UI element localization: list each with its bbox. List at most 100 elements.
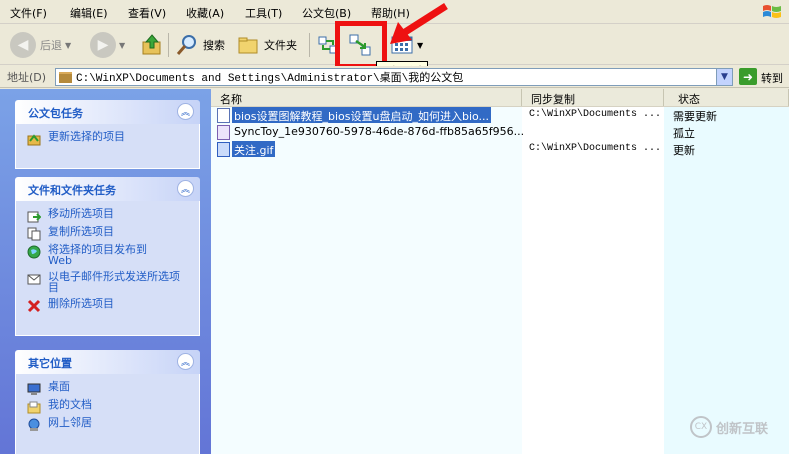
address-bar: 地址(D) C:\WinXP\Documents and Settings\Ad…	[0, 66, 789, 88]
my-documents-icon	[26, 399, 42, 414]
menu-tools[interactable]: 工具(T)	[245, 5, 282, 21]
task-delete[interactable]: 删除所选项目	[16, 297, 199, 315]
panel-body: 更新选择的项目	[15, 124, 200, 169]
task-update-selected[interactable]: 更新选择的项目	[16, 130, 199, 148]
place-label: 网上邻居	[48, 416, 92, 429]
file-state: 需要更新	[673, 110, 717, 123]
address-field[interactable]: C:\WinXP\Documents and Settings\Administ…	[55, 68, 733, 86]
panel-header[interactable]: 其它位置 ︽	[15, 350, 200, 374]
copy-icon	[26, 226, 42, 241]
toolbar-separator	[168, 33, 169, 57]
panel-header[interactable]: 文件和文件夹任务 ︽	[15, 177, 200, 201]
file-sync-copy: C:\WinXP\Documents ...	[529, 143, 662, 154]
watermark: CX 创新互联	[690, 416, 768, 438]
move-icon	[26, 208, 42, 223]
table-row[interactable]: bios设置图解教程_bios设置u盘启动_如何进入bio... C:\WinX…	[211, 107, 789, 124]
chevron-down-icon: ▼	[65, 40, 72, 50]
task-label: 更新选择的项目	[48, 130, 125, 143]
back-button[interactable]: ◀ 后退 ▼	[10, 29, 71, 61]
back-label: 后退	[40, 39, 62, 52]
file-name: SyncToy_1e930760-5978-46de-876d-ffb85a65…	[234, 125, 525, 138]
search-label: 搜索	[203, 39, 225, 52]
toolbar-separator	[309, 33, 310, 57]
collapse-icon[interactable]: ︽	[177, 103, 194, 120]
table-row[interactable]: SyncToy_1e930760-5978-46de-876d-ffb85a65…	[211, 124, 789, 141]
collapse-icon[interactable]: ︽	[177, 353, 194, 370]
forward-arrow-icon: ▶	[90, 32, 116, 58]
task-move[interactable]: 移动所选项目	[16, 207, 199, 225]
forward-button[interactable]: ▶ ▼	[90, 29, 125, 61]
file-state: 孤立	[673, 127, 695, 140]
collapse-icon[interactable]: ︽	[177, 180, 194, 197]
chevron-down-icon: ▼	[119, 40, 126, 50]
state-column-shading	[664, 107, 789, 454]
file-name: 关注.gif	[232, 141, 276, 157]
email-icon	[26, 271, 42, 286]
file-icon	[217, 108, 230, 123]
task-pane: 公文包任务 ︽ 更新选择的项目 文件和文件夹任务 ︽ 移动所选项目 复制所选项目…	[0, 89, 211, 454]
task-publish-web[interactable]: 将选择的项目发布到 Web	[16, 243, 199, 270]
back-arrow-icon: ◀	[10, 32, 36, 58]
go-arrow-icon[interactable]: ➜	[739, 68, 757, 85]
briefcase-tasks-panel: 公文包任务 ︽ 更新选择的项目	[15, 100, 200, 169]
column-name[interactable]: 名称	[211, 89, 522, 106]
network-places-icon	[26, 417, 42, 432]
place-label: 桌面	[48, 380, 70, 393]
file-folder-tasks-panel: 文件和文件夹任务 ︽ 移动所选项目 复制所选项目 将选择的项目发布到 Web 以…	[15, 177, 200, 336]
menu-file[interactable]: 文件(F)	[10, 5, 47, 21]
panel-title: 文件和文件夹任务	[28, 184, 116, 197]
menu-view[interactable]: 查看(V)	[128, 5, 166, 21]
search-icon	[176, 35, 196, 55]
place-label: 我的文档	[48, 398, 92, 411]
task-copy[interactable]: 复制所选项目	[16, 225, 199, 243]
column-state[interactable]: 状态	[664, 89, 789, 106]
table-row[interactable]: 关注.gif C:\WinXP\Documents ... 更新	[211, 141, 789, 158]
panel-title: 公文包任务	[28, 107, 83, 120]
panel-title: 其它位置	[28, 357, 72, 370]
place-desktop[interactable]: 桌面	[16, 380, 199, 398]
task-label: 移动所选项目	[48, 207, 114, 220]
file-name: bios设置图解教程_bios设置u盘启动_如何进入bio...	[232, 107, 492, 123]
task-label: 复制所选项目	[48, 225, 114, 238]
address-path: C:\WinXP\Documents and Settings\Administ…	[76, 73, 464, 85]
place-my-documents[interactable]: 我的文档	[16, 398, 199, 416]
watermark-logo-icon: CX	[690, 416, 712, 438]
desktop-icon	[26, 381, 42, 396]
file-state: 更新	[673, 144, 695, 157]
briefcase-update-icon	[26, 131, 42, 146]
image-file-icon	[217, 142, 230, 157]
up-folder-button[interactable]	[140, 29, 164, 61]
menu-briefcase[interactable]: 公文包(B)	[302, 5, 351, 21]
column-sync-copy[interactable]: 同步复制	[522, 89, 664, 106]
place-network[interactable]: 网上邻居	[16, 416, 199, 434]
panel-body: 桌面 我的文档 网上邻居	[15, 374, 200, 454]
menu-favorites[interactable]: 收藏(A)	[186, 5, 224, 21]
task-email[interactable]: 以电子邮件形式发送所选项目	[16, 270, 199, 297]
chevron-down-icon[interactable]: ▼	[716, 69, 732, 85]
menu-edit[interactable]: 编辑(E)	[70, 5, 108, 21]
briefcase-folder-icon	[59, 71, 72, 83]
dat-file-icon	[217, 125, 230, 140]
watermark-text: 创新互联	[716, 421, 769, 437]
file-sync-copy: C:\WinXP\Documents ...	[529, 109, 662, 120]
publish-web-icon	[26, 244, 42, 259]
task-label: 以电子邮件形式发送所选项目	[48, 270, 180, 294]
delete-icon	[26, 298, 42, 313]
task-label: 将选择的项目发布到 Web	[48, 243, 147, 267]
annotation-arrow	[390, 3, 448, 44]
name-column-shading	[211, 107, 522, 454]
panel-body: 移动所选项目 复制所选项目 将选择的项目发布到 Web 以电子邮件形式发送所选项…	[15, 201, 200, 336]
windows-logo-icon	[763, 5, 781, 18]
other-places-panel: 其它位置 ︽ 桌面 我的文档 网上邻居	[15, 350, 200, 454]
panel-header[interactable]: 公文包任务 ︽	[15, 100, 200, 124]
task-label: 删除所选项目	[48, 297, 114, 310]
folders-label: 文件夹	[264, 39, 297, 52]
address-label: 地址(D)	[7, 71, 47, 84]
search-button[interactable]: 搜索	[175, 29, 225, 61]
go-label[interactable]: 转到	[761, 70, 783, 86]
folders-button[interactable]: 文件夹	[236, 29, 297, 61]
file-list: 名称 同步复制 状态 bios设置图解教程_bios设置u盘启动_如何进入bio…	[211, 89, 789, 454]
up-folder-icon	[142, 34, 161, 55]
column-headers: 名称 同步复制 状态	[211, 89, 789, 107]
folders-icon	[238, 37, 258, 54]
